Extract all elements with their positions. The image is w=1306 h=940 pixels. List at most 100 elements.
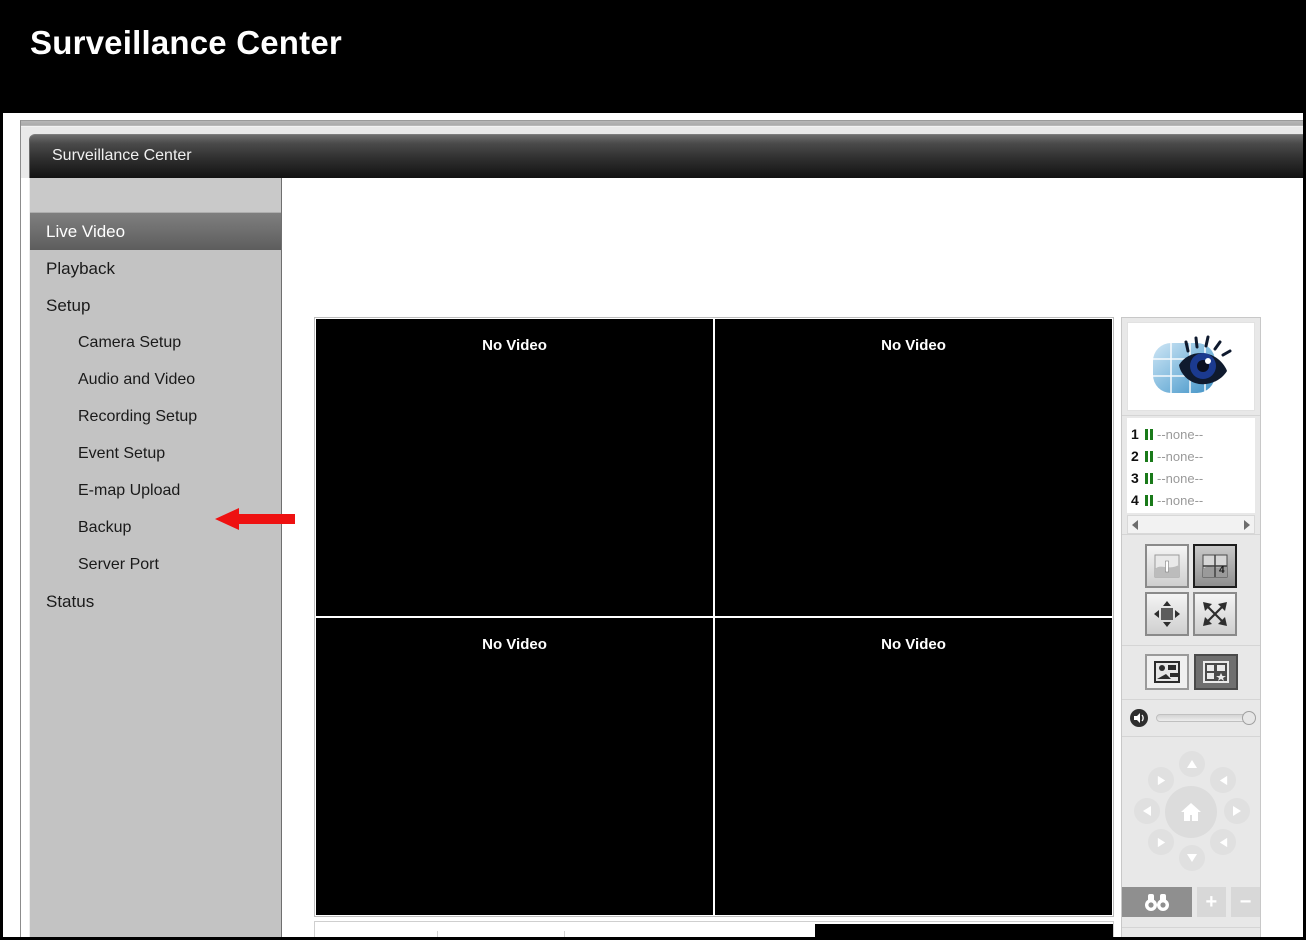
camera-control-rail: 1 --none-- 2 --none-- 3 --none-- 4 --none-- <box>1121 317 1261 937</box>
sidebar-item-label: Event Setup <box>78 444 166 462</box>
playback-toolbar: Enable Digital Zoom -- : -- Stop 0.00 Kb… <box>314 921 1114 940</box>
camera-list-item[interactable]: 4 --none-- <box>1131 489 1255 511</box>
ptz-down-button[interactable] <box>1179 845 1205 871</box>
video-cell-label: No Video <box>881 337 946 354</box>
home-icon <box>1181 803 1201 821</box>
arrow-right-icon <box>1233 806 1241 816</box>
speaker-icon[interactable] <box>1129 708 1149 728</box>
sidebar-item-playback[interactable]: Playback <box>30 250 281 287</box>
page-title: Surveillance Center <box>30 24 342 61</box>
arrow-down-right-icon <box>1219 837 1227 847</box>
single-view-icon <box>1154 554 1180 578</box>
zoom-out-button[interactable]: − <box>1230 887 1260 917</box>
scroll-left-icon[interactable] <box>1132 519 1138 530</box>
ptz-home-button[interactable] <box>1165 786 1217 838</box>
brand-header: Surveillance Center <box>3 3 1303 113</box>
ptz-up-right-button[interactable] <box>1210 767 1236 793</box>
sidebar-item-label: Backup <box>78 518 132 536</box>
focus-zoom-row: + − <box>1122 887 1260 927</box>
sidebar-item-label: Recording Setup <box>78 407 198 425</box>
fit-screen-button[interactable] <box>1145 592 1189 636</box>
arrow-up-icon <box>1187 760 1197 768</box>
sidebar-item-recording-setup[interactable]: Recording Setup <box>30 398 281 435</box>
camera-name: --none-- <box>1157 426 1204 442</box>
focus-button[interactable] <box>1122 887 1192 917</box>
snapshot-button[interactable] <box>1144 654 1189 690</box>
sidebar-item-backup[interactable]: Backup <box>30 509 281 546</box>
sidebar-item-label: Setup <box>46 295 91 315</box>
video-cell-label: No Video <box>482 636 547 653</box>
sidebar-item-label: Audio and Video <box>78 370 196 388</box>
status-readout: -- : -- Stop 0.00 Kbps <box>814 924 1114 940</box>
pause-icon <box>1145 472 1153 484</box>
sidebar: Live Video Playback Setup Camera Setup Audio… <box>29 178 295 937</box>
layout-buttons: 4 <box>1122 544 1260 636</box>
camera-list-item[interactable]: 2 --none-- <box>1131 445 1255 467</box>
binoculars-icon <box>1144 894 1169 911</box>
sidebar-item-label: E-map Upload <box>78 481 181 499</box>
camera-list: 1 --none-- 2 --none-- 3 --none-- 4 --none-- <box>1127 418 1255 513</box>
volume-slider[interactable] <box>1156 711 1256 725</box>
sidebar-item-label: Status <box>46 591 95 611</box>
video-grid: No Video No Video No Video No Video <box>314 317 1114 917</box>
camera-index: 3 <box>1131 470 1139 486</box>
ptz-down-right-button[interactable] <box>1210 829 1236 855</box>
sidebar-item-label: Server Port <box>78 555 159 573</box>
video-cell-4[interactable]: No Video <box>715 618 1112 915</box>
pause-icon <box>1145 450 1153 462</box>
manual-record-button[interactable] <box>1193 654 1238 690</box>
camera-list-scrollbar[interactable] <box>1127 515 1255 534</box>
quad-view-icon: 4 <box>1202 554 1228 578</box>
app-window: Surveillance Center Live Video Playback Se… <box>20 120 1303 940</box>
arrow-up-left-icon <box>1157 775 1165 785</box>
sidebar-item-label: Playback <box>46 258 115 278</box>
full-screen-button[interactable] <box>1193 592 1237 636</box>
camera-index: 1 <box>1131 426 1139 442</box>
snapshot-section <box>1122 654 1260 700</box>
sidebar-item-label: Live Video <box>46 221 126 241</box>
camera-list-section: 1 --none-- 2 --none-- 3 --none-- 4 --none-- <box>1122 418 1260 535</box>
scroll-right-icon[interactable] <box>1244 519 1250 530</box>
eye-grid-logo-icon <box>1153 335 1232 393</box>
sidebar-item-label: Camera Setup <box>78 333 182 351</box>
camera-list-item[interactable]: 3 --none-- <box>1131 467 1255 489</box>
svg-text:4: 4 <box>1219 565 1225 576</box>
ptz-up-button[interactable] <box>1179 751 1205 777</box>
camera-index: 4 <box>1131 492 1139 508</box>
ptz-up-left-button[interactable] <box>1148 767 1174 793</box>
sidebar-item-camera-setup[interactable]: Camera Setup <box>30 324 281 361</box>
video-cell-3[interactable]: No Video <box>316 618 713 915</box>
ptz-right-button[interactable] <box>1224 798 1250 824</box>
quad-view-button[interactable]: 4 <box>1193 544 1237 588</box>
sidebar-item-audio-and-video[interactable]: Audio and Video <box>30 361 281 398</box>
ptz-left-button[interactable] <box>1134 798 1160 824</box>
video-cell-1[interactable]: No Video <box>316 319 713 616</box>
sidebar-item-status[interactable]: Status <box>30 583 281 620</box>
status-time: -- : -- <box>823 932 862 940</box>
app-logo <box>1127 322 1255 411</box>
tab-strip: Surveillance Center <box>21 121 1303 178</box>
full-screen-icon <box>1203 602 1227 626</box>
video-cell-2[interactable]: No Video <box>715 319 1112 616</box>
sidebar-item-event-setup[interactable]: Event Setup <box>30 435 281 472</box>
camera-list-item[interactable]: 1 --none-- <box>1131 423 1255 445</box>
preset-section <box>1122 928 1260 937</box>
sidebar-item-server-port[interactable]: Server Port <box>30 546 281 583</box>
sidebar-item-live-video[interactable]: Live Video <box>30 213 281 250</box>
tab-surveillance-center[interactable]: Surveillance Center <box>29 134 1303 178</box>
toolbar-divider <box>436 931 438 937</box>
ptz-pad <box>1122 737 1260 887</box>
ptz-down-left-button[interactable] <box>1148 829 1174 855</box>
single-view-button[interactable] <box>1145 544 1189 588</box>
zoom-in-button[interactable]: + <box>1196 887 1226 917</box>
volume-slider-knob[interactable] <box>1242 711 1256 725</box>
tab-label: Surveillance Center <box>52 147 192 164</box>
sidebar-item-e-map-upload[interactable]: E-map Upload <box>30 472 281 509</box>
fit-screen-icon <box>1154 601 1180 627</box>
sidebar-item-setup[interactable]: Setup <box>30 287 281 324</box>
preset-buttons <box>1122 928 1260 937</box>
video-cell-label: No Video <box>482 337 547 354</box>
camera-index: 2 <box>1131 448 1139 464</box>
volume-section <box>1122 700 1260 737</box>
ptz-section: + − <box>1122 737 1260 928</box>
